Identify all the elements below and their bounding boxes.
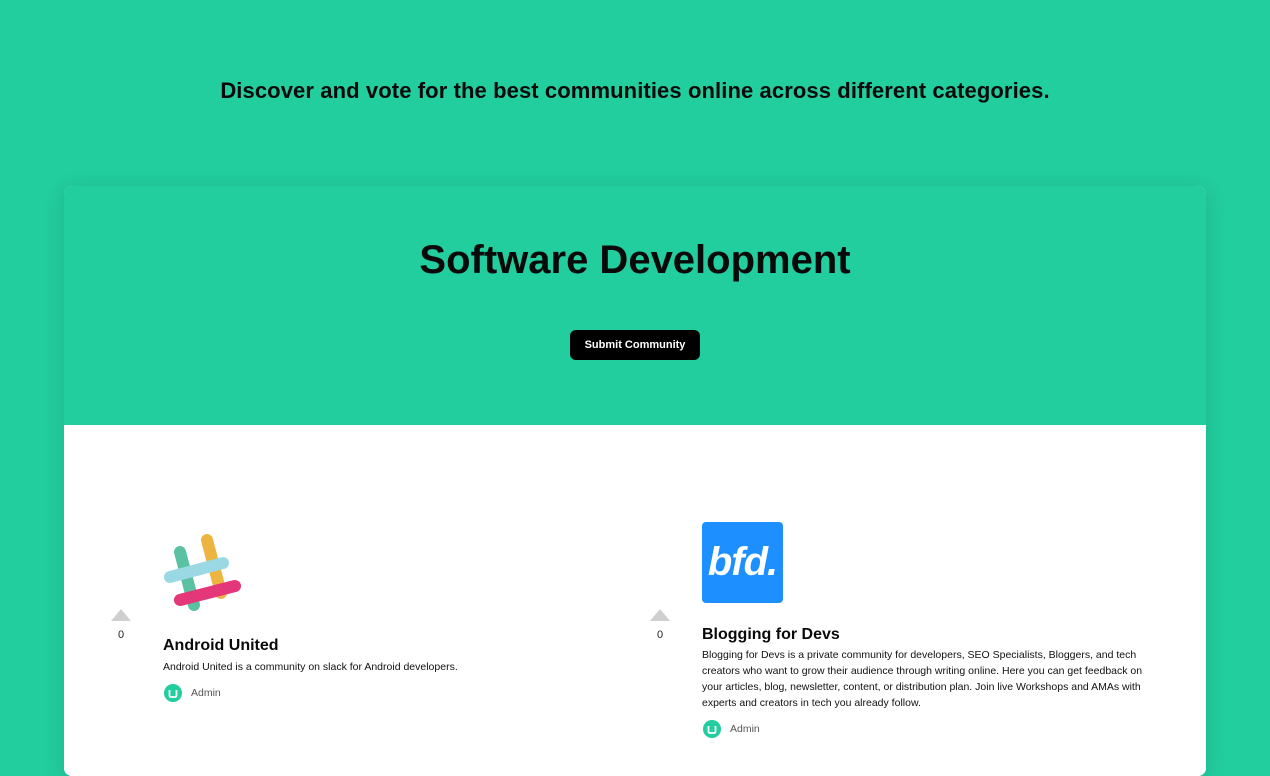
slack-logo-icon[interactable] xyxy=(162,532,243,613)
bfd-logo-text: bfd. xyxy=(707,540,778,584)
author-name: Admin xyxy=(730,723,760,735)
category-title: Software Development xyxy=(419,238,851,282)
upvote-arrow-icon[interactable] xyxy=(650,609,670,621)
community-description: Blogging for Devs is a private community… xyxy=(702,649,1143,709)
tagline: Discover and vote for the best communiti… xyxy=(220,78,1050,103)
community-author: Admin xyxy=(164,684,221,702)
vote-widget: 0 xyxy=(645,609,675,641)
category-card: Software Development Submit Community 0 … xyxy=(64,186,1206,776)
author-name: Admin xyxy=(191,687,221,699)
community-author: Admin xyxy=(703,720,760,738)
community-description: Android United is a community on slack f… xyxy=(163,661,458,673)
admin-avatar-icon xyxy=(164,684,182,702)
bfd-logo-icon[interactable]: bfd. xyxy=(702,522,783,603)
submit-community-button[interactable]: Submit Community xyxy=(570,330,700,360)
category-header: Software Development Submit Community xyxy=(64,186,1206,425)
community-name[interactable]: Blogging for Devs xyxy=(702,626,840,644)
vote-widget: 0 xyxy=(106,609,136,641)
upvote-arrow-icon[interactable] xyxy=(111,609,131,621)
admin-avatar-icon xyxy=(703,720,721,738)
vote-count: 0 xyxy=(117,629,125,641)
community-name[interactable]: Android United xyxy=(163,637,279,655)
vote-count: 0 xyxy=(656,629,664,641)
community-list: 0 Android United Android United is a com… xyxy=(64,425,1206,776)
